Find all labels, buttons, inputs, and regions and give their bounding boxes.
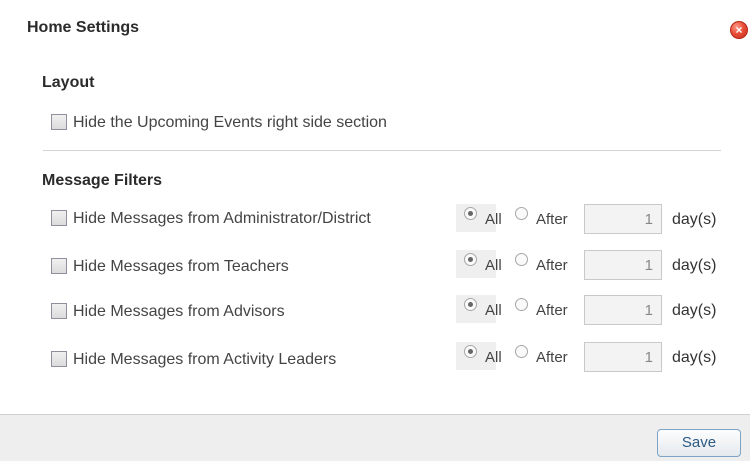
radio-all-teachers[interactable]: [464, 253, 477, 266]
radio-after-activity-leaders[interactable]: [515, 345, 528, 358]
radio-all-label: All: [485, 349, 502, 366]
hide-administrator-label: Hide Messages from Administrator/Distric…: [73, 210, 371, 227]
days-input-activity-leaders[interactable]: [584, 342, 662, 372]
section-divider: [43, 150, 721, 151]
close-icon[interactable]: ×: [730, 21, 748, 39]
dialog-titlebar: Home Settings ×: [0, 0, 750, 50]
radio-after-label: After: [536, 349, 568, 366]
radio-after-teachers[interactable]: [515, 253, 528, 266]
dialog-footer: [0, 414, 750, 461]
hide-activity-leaders-checkbox[interactable]: [51, 351, 67, 367]
hide-upcoming-events-checkbox[interactable]: [51, 114, 67, 130]
days-input-advisors[interactable]: [584, 295, 662, 325]
hide-upcoming-events-label: Hide the Upcoming Events right side sect…: [73, 114, 387, 131]
radio-after-administrator[interactable]: [515, 207, 528, 220]
radio-after-label: After: [536, 211, 568, 228]
radio-after-label: After: [536, 257, 568, 274]
message-filters-heading: Message Filters: [42, 172, 163, 189]
save-button[interactable]: Save: [657, 429, 741, 457]
days-unit-label: day(s): [672, 257, 717, 274]
days-unit-label: day(s): [672, 302, 717, 319]
radio-all-label: All: [485, 211, 502, 228]
hide-advisors-checkbox[interactable]: [51, 303, 67, 319]
radio-after-advisors[interactable]: [515, 298, 528, 311]
radio-after-label: After: [536, 302, 568, 319]
hide-advisors-label: Hide Messages from Advisors: [73, 303, 285, 320]
days-input-administrator[interactable]: [584, 204, 662, 234]
hide-teachers-label: Hide Messages from Teachers: [73, 258, 289, 275]
radio-all-advisors[interactable]: [464, 298, 477, 311]
radio-all-administrator[interactable]: [464, 207, 477, 220]
hide-administrator-checkbox[interactable]: [51, 210, 67, 226]
radio-all-activity-leaders[interactable]: [464, 345, 477, 358]
days-unit-label: day(s): [672, 349, 717, 366]
days-unit-label: day(s): [672, 211, 717, 228]
hide-activity-leaders-label: Hide Messages from Activity Leaders: [73, 351, 337, 368]
dialog-title: Home Settings: [27, 19, 140, 36]
hide-teachers-checkbox[interactable]: [51, 258, 67, 274]
radio-all-label: All: [485, 257, 502, 274]
days-input-teachers[interactable]: [584, 250, 662, 280]
home-settings-dialog: Home Settings × Layout Hide the Upcoming…: [0, 0, 750, 461]
layout-heading: Layout: [42, 74, 95, 91]
radio-all-label: All: [485, 302, 502, 319]
